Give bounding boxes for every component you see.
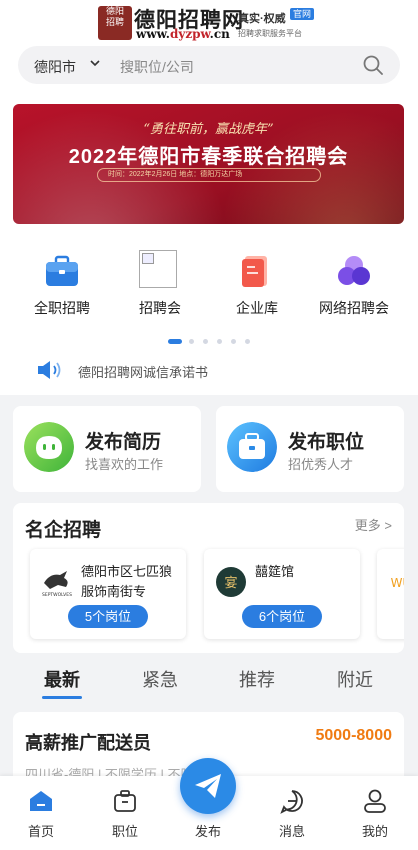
company-card[interactable]: SEPTWOLVES 德阳市区七匹狼服饰南街专 5个岗位 xyxy=(30,549,186,639)
tab-latest[interactable]: 最新 xyxy=(12,666,112,692)
category-jobfair[interactable]: 招聘会 xyxy=(112,250,208,320)
search-input[interactable]: 搜职位/公司 xyxy=(120,57,194,77)
paper-plane-icon xyxy=(195,774,221,798)
company-logo: WU xyxy=(387,565,404,599)
quick-subtitle: 找喜欢的工作 xyxy=(85,457,164,472)
banner-info: 时间：2022年2月26日 地点：德阳万达广场 xyxy=(97,168,321,182)
network-icon xyxy=(338,256,370,285)
search-bar[interactable]: 德阳市 搜职位/公司 xyxy=(18,46,400,84)
resume-face-icon xyxy=(24,422,74,472)
tabbar-label: 发布 xyxy=(194,824,221,839)
job-tabs: 最新 紧急 推荐 附近 xyxy=(0,656,418,706)
tabbar-messages[interactable]: 消息 xyxy=(257,788,327,844)
job-salary: 5000-8000 xyxy=(315,727,392,744)
banner-slogan: “勇往职前，赢战虎年” xyxy=(143,122,274,137)
pager-dot[interactable] xyxy=(245,339,250,344)
post-job-card[interactable]: 发布职位 招优秀人才 xyxy=(216,406,404,492)
category-label: 招聘会 xyxy=(139,300,181,316)
svg-text:宴: 宴 xyxy=(224,575,237,591)
category-grid: 全职招聘 招聘会 企业库 网络招聘会 xyxy=(0,250,418,320)
publish-fab[interactable] xyxy=(180,758,236,814)
category-companies[interactable]: 企业库 xyxy=(209,250,305,320)
company-jobs-button[interactable]: 6个岗位 xyxy=(242,605,322,628)
famous-companies-section: 名企招聘 更多 > SEPTWOLVES 德阳市区七匹狼服饰南街专 5个岗位 宴… xyxy=(13,503,404,653)
category-label: 网络招聘会 xyxy=(319,300,389,316)
pager-dot[interactable] xyxy=(203,339,208,344)
company-name: 德阳市区七匹狼服饰南街专 xyxy=(81,564,173,599)
home-icon xyxy=(30,791,52,811)
header: 德阳 招聘 德阳招聘网 www.dyzpw.cn 真实·权威 官网 招聘求职服务平… xyxy=(0,0,418,93)
tabbar-label: 消息 xyxy=(278,824,305,839)
briefcase-icon xyxy=(227,422,277,472)
company-icon xyxy=(242,256,267,287)
tabbar-label: 我的 xyxy=(361,824,388,839)
pager-dot[interactable] xyxy=(189,339,194,344)
message-icon xyxy=(280,790,303,814)
more-link[interactable]: 更多 > xyxy=(355,515,392,534)
company-name: 囍筵馆 xyxy=(255,564,295,579)
logo-subtitle: 招聘求职服务平台 xyxy=(238,29,302,38)
speaker-icon xyxy=(38,361,61,379)
user-icon xyxy=(364,789,386,813)
official-badge: 官网 xyxy=(290,8,315,20)
pager-dot[interactable] xyxy=(217,339,222,344)
post-resume-card[interactable]: 发布简历 找喜欢的工作 xyxy=(13,406,201,492)
site-logo[interactable]: 德阳 招聘 德阳招聘网 www.dyzpw.cn 真实·权威 官网 招聘求职服务平… xyxy=(98,6,324,42)
tab-urgent[interactable]: 紧急 xyxy=(110,666,210,692)
tabbar-mine[interactable]: 我的 xyxy=(340,788,410,844)
company-logo: 宴 xyxy=(214,565,248,599)
search-icon[interactable] xyxy=(362,54,384,76)
company-jobs-button[interactable]: 5个岗位 xyxy=(68,605,148,628)
briefcase-icon xyxy=(114,790,136,812)
top-section: “勇往职前，赢战虎年” 2022年德阳市春季联合招聘会 时间：2022年2月26… xyxy=(0,93,418,395)
logo-seal: 德阳 招聘 xyxy=(98,6,132,40)
banner-title: 2022年德阳市春季联合招聘会 xyxy=(68,146,349,168)
tabbar-jobs[interactable]: 职位 xyxy=(90,788,160,844)
quick-title: 发布职位 xyxy=(288,432,365,453)
pager-dot[interactable] xyxy=(231,339,236,344)
promo-banner[interactable]: “勇往职前，赢战虎年” 2022年德阳市春季联合招聘会 时间：2022年2月26… xyxy=(13,104,404,224)
category-online-fair[interactable]: 网络招聘会 xyxy=(306,250,402,320)
pager-dot-active[interactable] xyxy=(168,339,182,344)
company-card[interactable]: 宴 囍筵馆 6个岗位 xyxy=(204,549,360,639)
company-card[interactable]: WU xyxy=(377,549,404,639)
tabbar-label: 首页 xyxy=(27,824,54,839)
quick-subtitle: 招优秀人才 xyxy=(288,457,354,472)
broken-image-icon xyxy=(139,250,177,288)
tab-nearby[interactable]: 附近 xyxy=(305,666,405,692)
quick-title: 发布简历 xyxy=(85,432,162,453)
chevron-down-icon[interactable] xyxy=(90,58,100,68)
svg-text:SEPTWOLVES: SEPTWOLVES xyxy=(42,592,72,598)
tab-indicator xyxy=(42,696,82,699)
section-title: 名企招聘 xyxy=(25,520,102,541)
notice-text[interactable]: 德阳招聘网诚信承诺书 xyxy=(78,362,208,381)
tab-recommended[interactable]: 推荐 xyxy=(207,666,307,692)
city-selector[interactable]: 德阳市 xyxy=(34,57,76,77)
tabbar-home[interactable]: 首页 xyxy=(6,788,76,844)
briefcase-icon xyxy=(46,255,78,286)
company-logo: SEPTWOLVES xyxy=(40,565,74,599)
logo-url: www.dyzpw.cn xyxy=(136,27,230,41)
category-label: 企业库 xyxy=(236,300,278,316)
tabbar-label: 职位 xyxy=(111,824,138,839)
logo-tagline: 真实·权威 xyxy=(238,13,286,25)
job-title: 高薪推广配送员 xyxy=(25,733,151,753)
category-label: 全职招聘 xyxy=(34,300,90,316)
svg-text:WU: WU xyxy=(391,576,404,590)
category-fulltime[interactable]: 全职招聘 xyxy=(14,250,110,320)
